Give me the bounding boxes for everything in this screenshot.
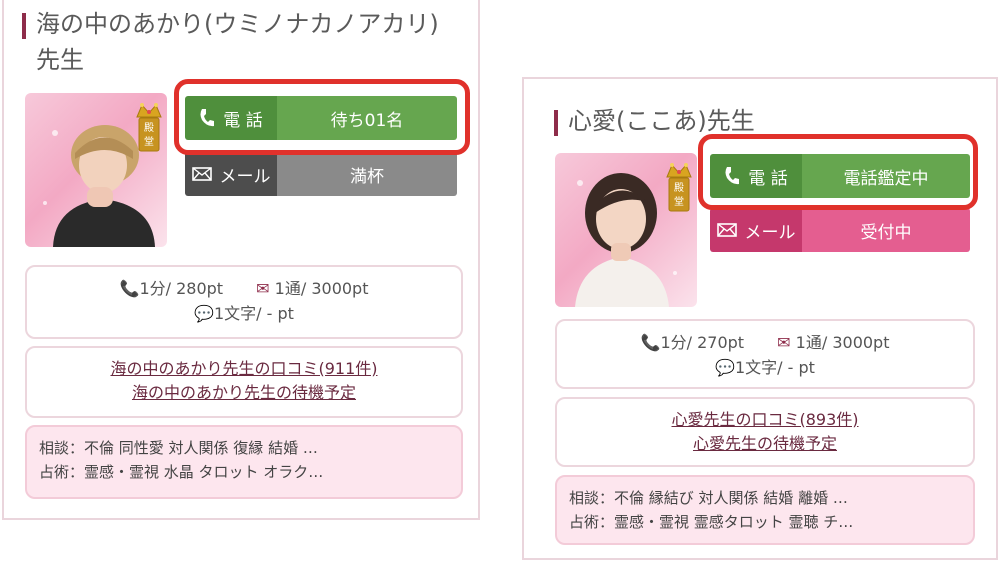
price-mail: ✉ 1通/ 3000pt bbox=[256, 279, 369, 298]
consult-tags: 相談：不倫 縁結び 対人関係 結婚 離婚 … bbox=[569, 489, 848, 507]
tags-box: 相談：不倫 縁結び 対人関係 結婚 離婚 … 占術：霊感・霊視 霊感タロット 霊… bbox=[555, 475, 975, 545]
chat-bubble-icon: 💬 bbox=[194, 304, 214, 323]
chat-bubble-icon: 💬 bbox=[715, 358, 735, 377]
mail-status: 受付中 bbox=[802, 208, 970, 252]
price-phone: 📞1分/ 280pt bbox=[119, 279, 224, 298]
price-box: 📞1分/ 280pt ✉ 1通/ 3000pt 💬1文字/ - pt bbox=[25, 265, 463, 339]
divination-tags: 占術：霊感・霊視 水晶 タロット オラク… bbox=[39, 463, 324, 481]
tags-box: 相談：不倫 同性愛 対人関係 復縁 結婚 … 占術：霊感・霊視 水晶 タロット … bbox=[25, 425, 463, 499]
links-box: 心愛先生の口コミ(893件) 心愛先生の待機予定 bbox=[555, 397, 975, 467]
review-link[interactable]: 海の中のあかり先生の口コミ(911件) bbox=[27, 357, 461, 381]
links-box: 海の中のあかり先生の口コミ(911件) 海の中のあかり先生の待機予定 bbox=[25, 346, 463, 418]
svg-text:堂: 堂 bbox=[674, 196, 684, 208]
mail-icon bbox=[191, 167, 212, 181]
hall-of-fame-crown-icon: 殿 堂 bbox=[136, 103, 162, 152]
mail-label: メール bbox=[219, 166, 271, 187]
review-link[interactable]: 心愛先生の口コミ(893件) bbox=[557, 408, 973, 432]
price-chat: 💬1文字/ - pt bbox=[715, 358, 815, 377]
price-box: 📞1分/ 270pt ✉ 1通/ 3000pt 💬1文字/ - pt bbox=[555, 319, 975, 389]
svg-text:殿: 殿 bbox=[144, 122, 154, 134]
highlight-annotation bbox=[174, 79, 470, 155]
fortune-teller-card: 海の中のあかり(ウミノナカノアカリ)先生 殿 堂 電 話 待ち01名 メール 満… bbox=[2, 0, 480, 520]
teller-name: 海の中のあかり(ウミノナカノアカリ)先生 bbox=[22, 6, 456, 78]
price-chat: 💬1文字/ - pt bbox=[194, 304, 294, 323]
svg-text:殿: 殿 bbox=[674, 182, 684, 194]
mail-small-icon: ✉ bbox=[256, 279, 270, 298]
mail-button[interactable]: メール 受付中 bbox=[710, 208, 970, 252]
divination-tags: 占術：霊感・霊視 霊感タロット 霊聴 チ… bbox=[569, 513, 854, 531]
svg-text:堂: 堂 bbox=[144, 136, 154, 148]
mail-icon bbox=[716, 223, 737, 237]
fortune-teller-card: 心愛(ここあ)先生 殿 堂 電 話 電話鑑定中 メール 受付中 📞1分/ 270… bbox=[522, 77, 998, 560]
teller-photo[interactable]: 殿 堂 bbox=[25, 93, 167, 247]
hall-of-fame-crown-icon: 殿 堂 bbox=[666, 163, 692, 212]
teller-photo[interactable]: 殿 堂 bbox=[555, 153, 697, 307]
schedule-link[interactable]: 海の中のあかり先生の待機予定 bbox=[27, 381, 461, 405]
consult-tags: 相談：不倫 同性愛 対人関係 復縁 結婚 … bbox=[39, 439, 318, 457]
mail-button[interactable]: メール 満杯 bbox=[185, 152, 457, 196]
phone-small-icon: 📞 bbox=[119, 279, 140, 298]
price-phone: 📞1分/ 270pt bbox=[640, 333, 745, 352]
schedule-link[interactable]: 心愛先生の待機予定 bbox=[557, 432, 973, 456]
mail-status: 満杯 bbox=[277, 152, 457, 196]
mail-small-icon: ✉ bbox=[777, 333, 791, 352]
phone-small-icon: 📞 bbox=[640, 333, 661, 352]
highlight-annotation bbox=[698, 134, 978, 210]
mail-label: メール bbox=[744, 222, 796, 243]
price-mail: ✉ 1通/ 3000pt bbox=[777, 333, 890, 352]
